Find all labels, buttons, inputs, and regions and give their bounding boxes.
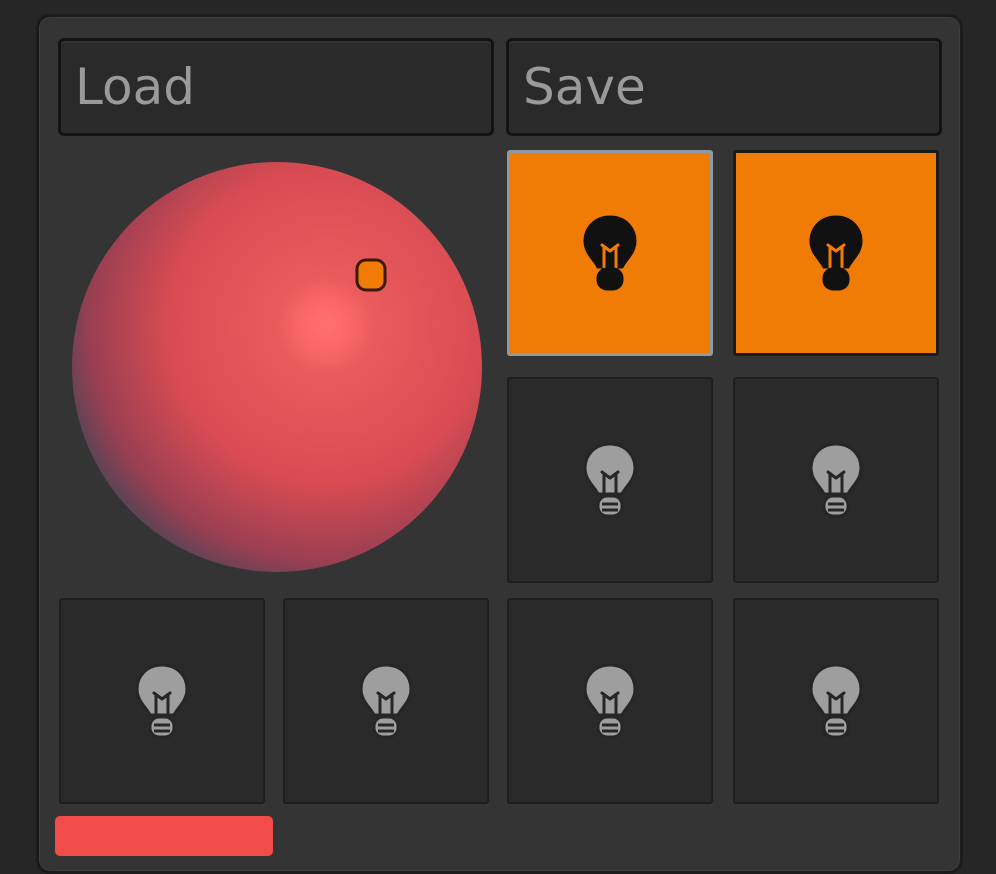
lightbulb-icon <box>806 661 866 741</box>
light-position-indicator[interactable] <box>355 258 387 292</box>
sphere-highlight <box>280 280 370 370</box>
save-button[interactable]: Save <box>506 38 942 136</box>
load-button[interactable]: Load <box>58 38 494 136</box>
lightbulb-icon <box>132 661 192 741</box>
light-color-swatch[interactable] <box>55 816 273 856</box>
light-slot-1[interactable] <box>507 150 713 356</box>
sphere-body <box>72 162 482 572</box>
light-slot-8[interactable] <box>733 598 939 804</box>
light-slot-5[interactable] <box>59 598 265 804</box>
lightbulb-icon <box>806 213 866 293</box>
lightbulb-icon <box>580 213 640 293</box>
material-preview-sphere[interactable] <box>60 150 495 585</box>
light-slot-3[interactable] <box>507 377 713 583</box>
lightbulb-icon <box>356 661 416 741</box>
light-slot-4[interactable] <box>733 377 939 583</box>
lightbulb-icon <box>580 440 640 520</box>
light-slot-7[interactable] <box>507 598 713 804</box>
light-slot-2[interactable] <box>733 150 939 356</box>
light-slot-6[interactable] <box>283 598 489 804</box>
lightbulb-icon <box>806 440 866 520</box>
lightbulb-icon <box>580 661 640 741</box>
